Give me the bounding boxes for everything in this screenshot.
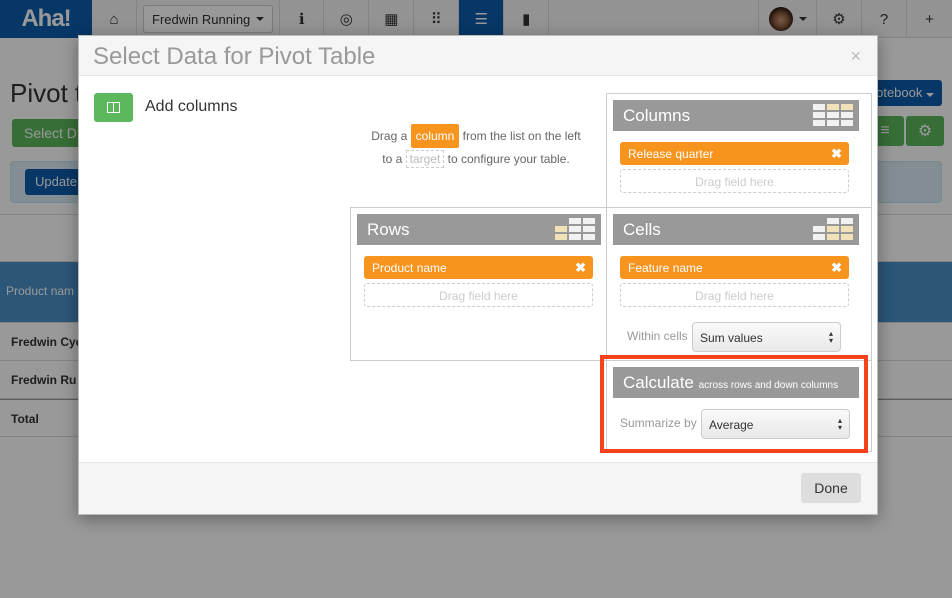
add-columns-button[interactable] [94,93,133,122]
close-icon[interactable]: × [850,46,861,67]
modal-header: Select Data for Pivot Table × [79,36,877,76]
rows-layout-icon [555,218,597,242]
rows-header: Rows [357,214,601,245]
modal-footer: Done [79,462,877,514]
remove-field-icon[interactable]: ✖ [575,260,586,276]
columns-header: Columns [613,100,859,131]
rows-target[interactable]: Rows Product name ✖ Drag field here [350,207,607,361]
cells-target[interactable]: Cells Feature name ✖ Drag field here Wit… [606,207,872,361]
target-chip: target [405,150,445,168]
done-button[interactable]: Done [801,473,861,503]
drag-help-text: Drag a column from the list on the left … [351,124,601,170]
rows-dropzone[interactable]: Drag field here [364,283,593,307]
columns-layout-icon [813,104,855,128]
field-pill-product-name[interactable]: Product name ✖ [364,256,593,279]
columns-icon [107,102,120,113]
cells-dropzone[interactable]: Drag field here [620,283,849,307]
within-cells-label: Within cells [627,329,688,343]
column-chip: column [410,124,460,148]
select-arrows-icon: ▴ ▾ [828,329,833,345]
columns-target[interactable]: Columns Release quarter ✖ Drag field her… [606,93,872,208]
field-pill-release-quarter[interactable]: Release quarter ✖ [620,142,849,165]
add-columns-label: Add columns [145,98,238,115]
cells-header: Cells [613,214,859,245]
modal-title: Select Data for Pivot Table [93,43,376,70]
within-cells-select[interactable]: Sum values ▴ ▾ [692,322,841,352]
columns-dropzone[interactable]: Drag field here [620,169,849,193]
cells-layout-icon [813,218,855,242]
calculate-highlight-annotation [600,355,868,453]
remove-field-icon[interactable]: ✖ [831,146,842,162]
remove-field-icon[interactable]: ✖ [831,260,842,276]
field-pill-feature-name[interactable]: Feature name ✖ [620,256,849,279]
